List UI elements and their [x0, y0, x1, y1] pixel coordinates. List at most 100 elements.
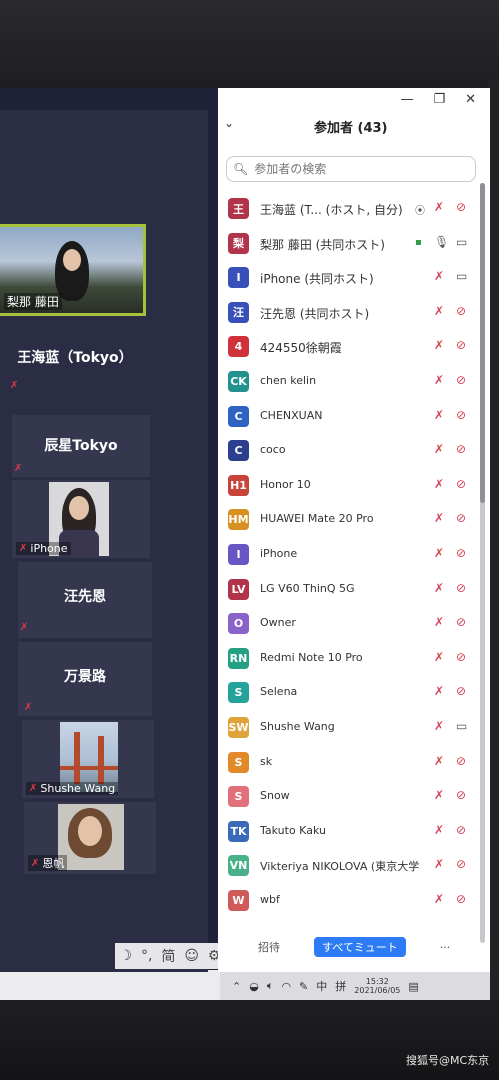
- ime-mode[interactable]: 简: [161, 946, 175, 966]
- mic-muted-icon[interactable]: ✗: [434, 581, 444, 595]
- window-titlebar: — ❐ ✕: [218, 88, 490, 110]
- camera-off-icon[interactable]: ⊘: [456, 373, 466, 387]
- mic-muted-icon[interactable]: ✗: [434, 304, 444, 318]
- mic-muted-icon[interactable]: ✗: [434, 892, 444, 906]
- participant-row[interactable]: HM HUAWEI Mate 20 Pro ✗ ⊘: [218, 503, 480, 535]
- participant-row[interactable]: TK Takuto Kaku ✗ ⊘: [218, 815, 480, 847]
- notification-icon[interactable]: ▤: [408, 980, 418, 993]
- search-input[interactable]: [252, 161, 467, 177]
- video-tile[interactable]: 王海蓝（Tokyo） ✗: [0, 335, 150, 403]
- mic-on-icon[interactable]: 🎙︎: [434, 235, 449, 249]
- participant-row[interactable]: Ssk ✗ ⊘: [218, 746, 480, 778]
- mic-muted-icon[interactable]: ✗: [434, 823, 444, 837]
- mic-muted-icon[interactable]: ✗: [434, 200, 444, 214]
- wifi-icon[interactable]: ◠: [281, 980, 291, 993]
- pen-icon[interactable]: ✎: [299, 980, 308, 993]
- camera-off-icon[interactable]: ⊘: [456, 511, 466, 525]
- video-tile[interactable]: ✗ 恩帆: [24, 802, 156, 874]
- emoji-icon[interactable]: ☺: [184, 948, 199, 964]
- participant-name: sk: [260, 754, 273, 768]
- language-indicator[interactable]: 中: [316, 978, 327, 994]
- panel-title: 参加者 (43): [314, 121, 388, 136]
- video-tile[interactable]: ✗ iPhone: [12, 480, 150, 558]
- participant-row[interactable]: C CHENXUAN ✗ ⊘: [218, 400, 480, 432]
- close-icon[interactable]: ✕: [465, 92, 476, 107]
- mic-muted-icon[interactable]: ✗: [434, 754, 444, 768]
- invite-button[interactable]: 招待: [258, 939, 280, 955]
- camera-off-icon[interactable]: ⊘: [456, 892, 466, 906]
- mic-muted-icon[interactable]: ✗: [434, 408, 444, 422]
- mic-muted-icon[interactable]: ✗: [434, 615, 444, 629]
- camera-on-icon[interactable]: ▭: [456, 235, 467, 249]
- camera-off-icon[interactable]: ⊘: [456, 338, 466, 352]
- minimize-icon[interactable]: —: [400, 92, 413, 107]
- camera-off-icon[interactable]: ⊘: [456, 546, 466, 560]
- participant-row[interactable]: S Selena ✗ ⊘: [218, 676, 480, 708]
- mic-muted-icon[interactable]: ✗: [434, 857, 444, 871]
- participant-row[interactable]: S Snow ✗ ⊘: [218, 780, 480, 812]
- participant-name: coco: [260, 443, 286, 457]
- camera-off-icon[interactable]: ⊘: [456, 304, 466, 318]
- volume-icon[interactable]: 🔈︎: [267, 979, 274, 993]
- scrollbar-thumb[interactable]: [480, 183, 485, 503]
- participant-row[interactable]: Ccoco ✗ ⊘: [218, 434, 480, 466]
- ime-indicator[interactable]: 拼: [335, 978, 346, 994]
- mic-muted-icon[interactable]: ✗: [434, 788, 444, 802]
- mic-muted-icon[interactable]: ✗: [434, 719, 444, 733]
- participant-row[interactable]: H1 Honor 10 ✗ ⊘: [218, 469, 480, 501]
- mic-muted-icon[interactable]: ✗: [434, 477, 444, 491]
- camera-off-icon[interactable]: ⊘: [456, 857, 466, 871]
- tile-name-label: ✗ iPhone: [16, 542, 71, 555]
- moon-icon[interactable]: ☽: [119, 948, 132, 964]
- chevron-down-icon[interactable]: ⌄: [224, 116, 234, 130]
- chevron-up-icon[interactable]: ⌃: [232, 980, 241, 993]
- camera-on-icon[interactable]: ▭: [456, 719, 467, 733]
- camera-on-icon[interactable]: ▭: [456, 269, 467, 283]
- participant-row[interactable]: VN Vikteriya NIKOLOVA (東京大学) ✗ ⊘: [218, 849, 480, 881]
- participant-row[interactable]: 4 424550徐朝霞 ✗ ⊘: [218, 330, 480, 362]
- participant-row[interactable]: SW Shushe Wang ✗ ▭: [218, 711, 480, 743]
- network-icon[interactable]: ◒: [249, 980, 259, 993]
- tile-name: 王海蓝（Tokyo）: [17, 350, 133, 366]
- camera-off-icon[interactable]: ⊘: [456, 823, 466, 837]
- system-clock[interactable]: 15:32 2021/06/05: [354, 977, 400, 995]
- punctuation-toggle[interactable]: °,: [141, 948, 152, 964]
- mute-all-button[interactable]: すべてミュート: [314, 937, 406, 957]
- participant-row[interactable]: IiPhone (共同ホスト) ✗ ▭: [218, 261, 480, 293]
- mic-muted-icon[interactable]: ✗: [434, 650, 444, 664]
- camera-off-icon[interactable]: ⊘: [456, 788, 466, 802]
- camera-off-icon[interactable]: ⊘: [456, 684, 466, 698]
- participant-row[interactable]: 王王海蓝 (T... (ホスト, 自分) ⦿ ✗ ⊘: [218, 192, 480, 224]
- camera-off-icon[interactable]: ⊘: [456, 615, 466, 629]
- mic-muted-icon[interactable]: ✗: [434, 546, 444, 560]
- participant-row[interactable]: RN Redmi Note 10 Pro ✗ ⊘: [218, 642, 480, 674]
- restore-icon[interactable]: ❐: [433, 92, 445, 107]
- video-tile[interactable]: 汪先恩 ✗: [18, 562, 152, 638]
- camera-off-icon[interactable]: ⊘: [456, 754, 466, 768]
- participant-row[interactable]: LV LG V60 ThinQ 5G ✗ ⊘: [218, 573, 480, 605]
- mic-muted-icon[interactable]: ✗: [434, 511, 444, 525]
- mic-muted-icon[interactable]: ✗: [434, 684, 444, 698]
- camera-off-icon[interactable]: ⊘: [456, 477, 466, 491]
- participant-row[interactable]: IiPhone ✗ ⊘: [218, 538, 480, 570]
- video-tile[interactable]: 辰星Tokyo ✗: [12, 415, 150, 477]
- participant-row[interactable]: 汪汪先恩 (共同ホスト) ✗ ⊘: [218, 296, 480, 328]
- mic-muted-icon[interactable]: ✗: [434, 269, 444, 283]
- camera-off-icon[interactable]: ⊘: [456, 442, 466, 456]
- mic-muted-icon[interactable]: ✗: [434, 338, 444, 352]
- participant-row[interactable]: O Owner ✗ ⊘: [218, 607, 480, 639]
- camera-off-icon[interactable]: ⊘: [456, 650, 466, 664]
- participant-row[interactable]: CK chen kelin ✗ ⊘: [218, 365, 480, 397]
- camera-off-icon[interactable]: ⊘: [456, 200, 466, 214]
- participant-row[interactable]: Wwbf ✗ ⊘: [218, 884, 480, 916]
- participant-search[interactable]: 🔍︎: [226, 156, 476, 182]
- more-button[interactable]: ···: [440, 941, 451, 954]
- participant-row[interactable]: 梨梨那 藤田 (共同ホスト) ▪ 🎙︎ ▭: [218, 227, 480, 259]
- camera-off-icon[interactable]: ⊘: [456, 581, 466, 595]
- mic-muted-icon[interactable]: ✗: [434, 373, 444, 387]
- video-tile[interactable]: ✗ Shushe Wang: [22, 720, 154, 798]
- mic-muted-icon[interactable]: ✗: [434, 442, 444, 456]
- camera-off-icon[interactable]: ⊘: [456, 408, 466, 422]
- video-tile-active[interactable]: 梨那 藤田: [0, 224, 146, 316]
- video-tile[interactable]: 万景路 ✗: [18, 642, 152, 716]
